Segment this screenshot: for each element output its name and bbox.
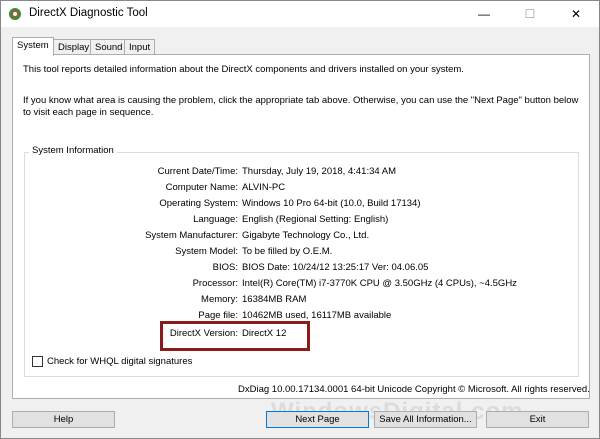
info-label: Operating System: (159, 198, 238, 209)
info-label: Computer Name: (165, 182, 238, 193)
title-bar[interactable]: DirectX Diagnostic Tool — ☐ ✕ (1, 1, 599, 27)
info-label: System Model: (175, 246, 238, 257)
system-information-label: System Information (29, 145, 117, 156)
intro-text-1: This tool reports detailed information a… (23, 64, 464, 75)
next-page-button[interactable]: Next Page (266, 411, 369, 428)
info-label: System Manufacturer: (145, 230, 238, 241)
maximize-icon: ☐ (524, 7, 536, 21)
help-button[interactable]: Help (12, 411, 115, 428)
info-value: To be filled by O.E.M. (242, 246, 333, 257)
tab-system[interactable]: System (12, 37, 54, 56)
info-row-system-manufacturer: System Manufacturer: Gigabyte Technology… (93, 230, 369, 243)
system-tab-panel: This tool reports detailed information a… (12, 54, 590, 399)
info-label: Processor: (192, 278, 238, 289)
info-value: Intel(R) Core(TM) i7-3770K CPU @ 3.50GHz… (242, 278, 517, 289)
info-row-date-time: Current Date/Time: Thursday, July 19, 20… (93, 166, 396, 179)
save-all-information-button[interactable]: Save All Information... (374, 411, 477, 428)
info-value: English (Regional Setting: English) (242, 214, 389, 225)
info-row-language: Language: English (Regional Setting: Eng… (93, 214, 388, 227)
whql-checkbox[interactable] (32, 356, 43, 367)
info-value: Gigabyte Technology Co., Ltd. (242, 230, 370, 241)
info-value: Thursday, July 19, 2018, 4:41:34 AM (242, 166, 397, 177)
info-row-computer-name: Computer Name: ALVIN-PC (93, 182, 285, 195)
whql-checkbox-row[interactable]: Check for WHQL digital signatures (32, 356, 192, 367)
info-value: Windows 10 Pro 64-bit (10.0, Build 17134… (242, 198, 421, 209)
minimize-button[interactable]: — (461, 1, 507, 27)
info-row-system-model: System Model: To be filled by O.E.M. (93, 246, 332, 259)
info-row-processor: Processor: Intel(R) Core(TM) i7-3770K CP… (93, 278, 517, 291)
tab-display[interactable]: Display (53, 39, 95, 55)
info-label: Language: (193, 214, 238, 225)
directx-app-icon (9, 8, 21, 20)
intro-text-2: If you know what area is causing the pro… (23, 95, 579, 118)
minimize-icon: — (478, 7, 490, 21)
info-row-bios: BIOS: BIOS Date: 10/24/12 13:25:17 Ver: … (93, 262, 429, 275)
info-label: BIOS: (212, 262, 238, 273)
whql-checkbox-label: Check for WHQL digital signatures (47, 356, 193, 367)
info-label: Current Date/Time: (157, 166, 238, 177)
tab-input[interactable]: Input (124, 39, 156, 55)
dxdiag-window: DirectX Diagnostic Tool — ☐ ✕ System Dis… (0, 0, 600, 439)
info-value: BIOS Date: 10/24/12 13:25:17 Ver: 04.06.… (242, 262, 429, 273)
close-icon: ✕ (570, 7, 582, 21)
maximize-button[interactable]: ☐ (507, 1, 553, 27)
info-value: ALVIN-PC (242, 182, 286, 193)
close-button[interactable]: ✕ (553, 1, 599, 27)
info-row-memory: Memory: 16384MB RAM (93, 294, 306, 307)
info-value: 16384MB RAM (242, 294, 307, 305)
exit-button[interactable]: Exit (486, 411, 589, 428)
dxdiag-version-info: DxDiag 10.00.17134.0001 64-bit Unicode C… (238, 384, 590, 395)
info-label: Memory: (201, 294, 238, 305)
directx-version-highlight (160, 321, 310, 351)
info-row-operating-system: Operating System: Windows 10 Pro 64-bit … (93, 198, 421, 211)
tab-sound[interactable]: Sound (90, 39, 128, 55)
window-title: DirectX Diagnostic Tool (29, 7, 148, 19)
